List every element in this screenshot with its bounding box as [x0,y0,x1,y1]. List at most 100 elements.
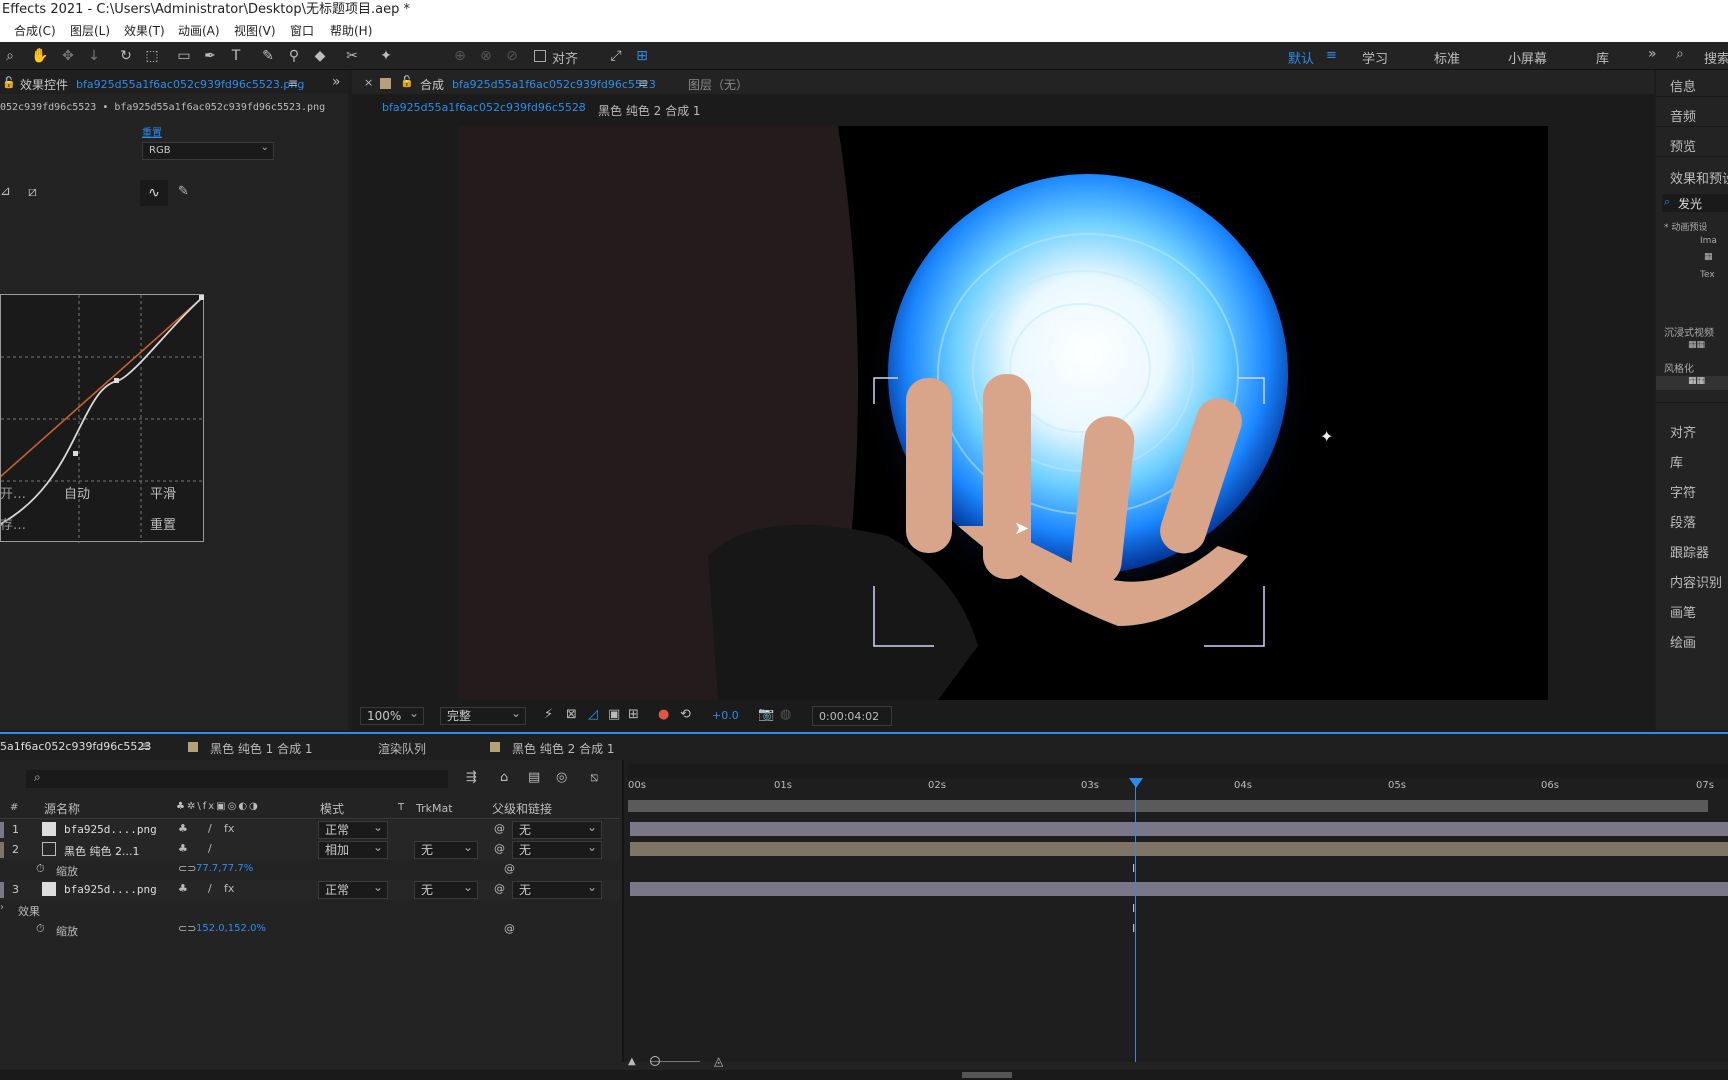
camera-tool-icon[interactable]: ✋ [30,46,50,66]
effects-search-input[interactable]: ⌕ 发光 [1662,194,1728,212]
tree-item[interactable]: * 动画预设 [1664,220,1707,233]
property-value[interactable]: 152.0,152.0% [196,923,266,934]
library-panel-tab[interactable]: 库 [1670,452,1683,471]
type-tool-icon[interactable]: T [226,46,246,66]
workspace-standard[interactable]: 标准 [1434,48,1460,67]
layer-search-input[interactable]: ⌕ [26,770,448,788]
pickwhip-icon[interactable]: @ [494,842,505,855]
horizontal-scrollbar[interactable] [0,1070,1728,1080]
grid-guides-icon[interactable]: ⊞ [628,707,639,722]
layer-bar[interactable] [630,822,1728,836]
puppet-tool-icon[interactable]: ✦ [376,46,396,66]
panel-menu-icon[interactable]: ≡ [140,739,150,753]
zoom-in-icon[interactable]: ◬ [714,1054,723,1068]
close-tab-icon[interactable]: × [364,76,373,89]
curves-reset-button[interactable]: 重置 [150,514,176,533]
axis-local-icon[interactable]: ⊕ [450,46,470,66]
menu-layer[interactable]: 图层(L) [70,20,110,42]
character-panel-tab[interactable]: 字符 [1670,482,1696,501]
stamp-tool-icon[interactable]: ⚲ [284,46,304,66]
timeline-tab-active[interactable]: 5a1f6ac052c939fd96c5523 [0,740,151,753]
tree-item[interactable]: 风格化 [1664,360,1694,375]
workspace-default[interactable]: 默认 [1288,48,1314,67]
preset-icon[interactable]: ▦ [1704,252,1713,262]
rotate-tool-icon[interactable]: ↻ [116,46,136,66]
eraser-tool-icon[interactable]: ◆ [310,46,330,66]
curves-open-button[interactable]: 开… [0,483,26,502]
effect-controls-tab[interactable]: 效果控件 [20,76,68,93]
align-panel-tab[interactable]: 对齐 [1670,422,1696,441]
fast-preview-icon[interactable]: ⚡ [544,707,553,722]
search-icon[interactable]: ⌕ [1676,46,1684,62]
col-trkmat[interactable]: TrkMat [416,802,453,815]
curve-tool-left-icon[interactable]: ⊿ [0,184,14,200]
show-snapshot-icon[interactable]: ◍ [780,707,791,722]
channel-icon[interactable]: ● [658,707,669,722]
layer-label-color[interactable] [0,842,4,858]
workspace-learn[interactable]: 学习 [1362,48,1388,67]
parent-dropdown[interactable]: 无 [512,819,602,839]
menu-window[interactable]: 窗口 [290,20,314,42]
zoom-out-icon[interactable]: ▲ [628,1056,636,1067]
curve-point[interactable] [199,295,204,300]
playhead-handle-icon[interactable] [1129,778,1143,788]
layer-name[interactable]: 黑色 纯色 2...1 [64,843,139,859]
pickwhip-icon[interactable]: @ [494,882,505,895]
render-queue-tab[interactable]: 渲染队列 [378,740,426,757]
pan-tool-icon[interactable]: ✥ [58,46,78,66]
col-mode[interactable]: 模式 [320,800,344,817]
panel-menu-icon[interactable]: ≡ [288,76,298,90]
pen-tool-icon[interactable]: ✒ [200,46,220,66]
brushes-panel-tab[interactable]: 画笔 [1670,602,1696,621]
preview-panel-tab[interactable]: 预览 [1670,136,1696,155]
content-aware-panel-tab[interactable]: 内容识别 [1670,572,1722,591]
curves-smooth-button[interactable]: 平滑 [150,483,176,502]
layer-label-color[interactable] [0,882,4,898]
composition-tab-name[interactable]: bfa925d55a1f6ac052c939fd96c5523 [452,78,656,91]
curves-reset-link[interactable]: 重置 [142,124,162,139]
stopwatch-icon[interactable]: ⏱ [36,922,45,936]
pickwhip-icon[interactable]: @ [494,822,505,835]
property-row[interactable]: ⏱ 缩放 ⊂⊃ 77.7,77.7% @ [0,860,620,880]
paint-panel-tab[interactable]: 绘画 [1670,632,1696,651]
blend-mode-dropdown[interactable]: 正常 [318,819,388,839]
mask-visibility-icon[interactable]: ◿ [588,707,598,722]
menu-view[interactable]: 视图(V) [234,20,276,42]
snapshot-icon[interactable]: 📷 [758,707,774,722]
breadcrumb-active[interactable]: bfa925d55a1f6ac052c939fd96c5523 [382,101,586,114]
work-area-bar[interactable] [628,764,1728,778]
tree-item[interactable]: Ima [1700,236,1717,246]
property-row[interactable]: › 效果 [0,900,620,920]
workspace-menu-icon[interactable]: ≡ [1326,48,1337,63]
composition-tab[interactable]: 合成 [420,76,444,93]
property-value[interactable]: 77.7,77.7% [196,863,253,874]
workspace-small-screen[interactable]: 小屏幕 [1508,48,1547,67]
shy-icon[interactable]: ♣ [178,842,188,855]
chevron-right-icon[interactable]: › [0,902,4,913]
anchor-tool-icon[interactable]: ↓ [84,46,104,66]
layer-row[interactable]: 3 bfa925d....png ♣ / fx 正常 无 @ 无 [0,879,620,900]
workspace-overflow-icon[interactable]: » [1648,46,1657,62]
tree-item[interactable]: Tex [1700,270,1715,280]
col-parent[interactable]: 父级和链接 [492,800,552,817]
menu-composition[interactable]: 合成(C) [14,20,56,42]
constrain-link-icon[interactable]: ⊂⊃ [178,922,196,935]
brush-tool-icon[interactable]: ✎ [258,46,278,66]
behind-tool-icon[interactable]: ⬚ [142,46,162,66]
menu-animation[interactable]: 动画(A) [178,20,220,42]
preset-icon[interactable]: ▦▦ [1688,340,1705,350]
zoom-tool-icon[interactable]: ⌕ [0,46,20,66]
pickwhip-icon[interactable]: @ [504,862,515,875]
trkmat-dropdown[interactable]: 无 [414,879,478,899]
align-checkbox[interactable] [534,50,546,62]
parent-dropdown[interactable]: 无 [512,879,602,899]
property-row[interactable]: ⏱ 缩放 ⊂⊃ 152.0,152.0% @ [0,920,620,940]
scrollbar-thumb[interactable] [962,1072,1012,1078]
info-panel-tab[interactable]: 信息 [1670,76,1696,95]
graph-editor-icon[interactable]: ⧅ [590,770,598,785]
quality-icon[interactable]: / [208,882,212,895]
tracker-panel-tab[interactable]: 跟踪器 [1670,542,1709,561]
parent-dropdown[interactable]: 无 [512,839,602,859]
exposure-value[interactable]: +0.0 [712,709,739,722]
timecode-display[interactable]: 0:00:04:02 [812,706,892,726]
